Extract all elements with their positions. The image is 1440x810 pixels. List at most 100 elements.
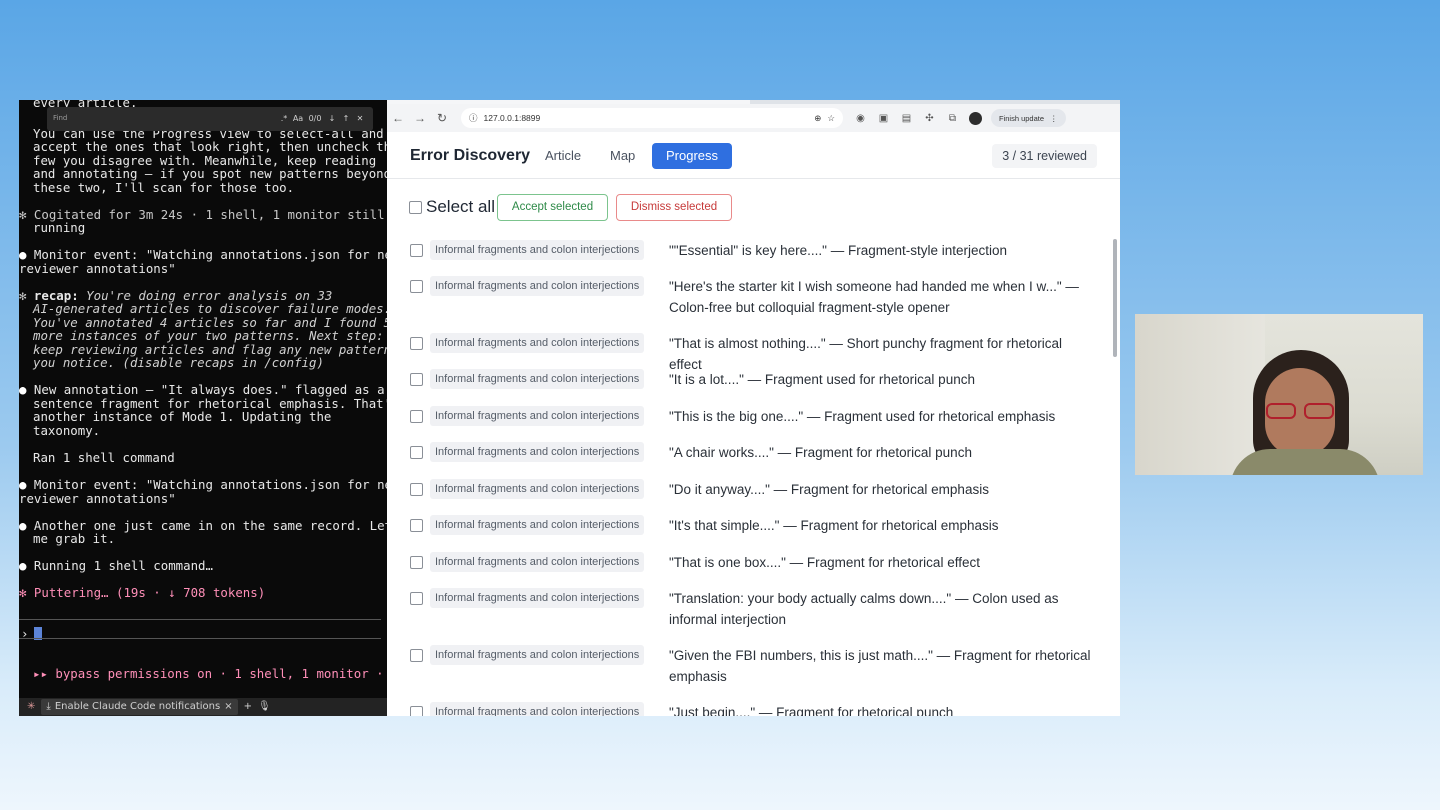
bullet-icon: ● [19, 477, 34, 492]
add-tab-button[interactable]: + [244, 700, 252, 714]
extension-icon[interactable]: ◉ [849, 113, 872, 124]
row-checkbox[interactable] [410, 244, 423, 257]
glasses-icon [1266, 403, 1336, 419]
permissions-status[interactable]: ▸▸ bypass permissions on · 1 shell, 1 mo… [33, 667, 384, 681]
terminal-line: you notice. (disable recaps in /config) [33, 355, 324, 370]
match-case-toggle[interactable]: Aa [291, 112, 305, 126]
terminal-panel[interactable]: every article. You can use the Progress … [19, 100, 387, 716]
accept-selected-button[interactable]: Accept selected [497, 194, 608, 221]
terminal-find-bar[interactable]: Find .* Aa 0/0 ↓ ↑ ✕ [47, 107, 373, 131]
terminal-line: ● Running 1 shell command… [19, 558, 213, 573]
terminal-spinner-line: ✻ Puttering… (19s · ↓ 708 tokens) [19, 585, 266, 600]
bullet-icon: ● [19, 558, 34, 573]
divider [19, 638, 381, 639]
tab-progress[interactable]: Progress [652, 143, 733, 169]
app-header: Error Discovery Article Map Progress 3 /… [387, 132, 1120, 179]
category-tag: Informal fragments and colon interjectio… [430, 479, 645, 499]
regex-toggle[interactable]: .* [277, 112, 291, 126]
item-text: "Given the FBI numbers, this is just mat… [669, 648, 1091, 684]
asterisk-icon: ✻ [19, 585, 34, 600]
url-text[interactable]: 127.0.0.1:8899 [484, 113, 809, 123]
item-text: "That is almost nothing...." — Short pun… [669, 336, 1063, 372]
terminal-line: these two, I'll scan for those too. [33, 180, 295, 195]
address-bar[interactable]: ⓘ 127.0.0.1:8899 ⊕ ☆ [461, 108, 843, 128]
terminal-line: AI-generated articles to discover failur… [33, 301, 387, 316]
zoom-icon[interactable]: ⊕ [814, 113, 821, 124]
terminal-line: and annotating — if you spot new pattern… [33, 166, 387, 181]
category-tag: Informal fragments and colon interjectio… [430, 552, 645, 572]
download-icon: ⤓ [46, 701, 51, 713]
item-text: "That is one box...." — Fragment for rhe… [669, 555, 980, 570]
reload-icon[interactable]: ↻ [431, 111, 453, 125]
terminal-line: more instances of your two patterns. Nex… [33, 328, 384, 343]
tab-map[interactable]: Map [596, 143, 649, 169]
row-checkbox[interactable] [410, 280, 423, 293]
category-tag: Informal fragments and colon interjectio… [430, 515, 645, 535]
tab-article[interactable]: Article [531, 143, 595, 169]
find-input[interactable]: Find [53, 112, 277, 126]
puzzle-icon[interactable]: ✣ [918, 113, 941, 124]
finish-update-button[interactable]: Finish update ⋮ [991, 109, 1066, 127]
category-tag: Informal fragments and colon interjectio… [430, 406, 645, 426]
category-tag: Informal fragments and colon interjectio… [430, 276, 645, 296]
dismiss-selected-button[interactable]: Dismiss selected [616, 194, 732, 221]
row-checkbox[interactable] [410, 519, 423, 532]
webcam-video [1135, 314, 1423, 475]
item-text: "Translation: your body actually calms d… [669, 591, 1059, 627]
browser-window: ← → ↻ ⓘ 127.0.0.1:8899 ⊕ ☆ ◉ ▣ ▤ ✣ ⧉ Fin… [387, 100, 1120, 716]
row-checkbox[interactable] [410, 483, 423, 496]
terminal-line: ● Monitor event: "Watching annotations.j… [19, 247, 387, 262]
item-text: ""Essential" is key here...." — Fragment… [669, 243, 1008, 258]
background-shelf [1135, 314, 1265, 475]
claude-icon: ✳ [27, 701, 36, 713]
terminal-bottom-bar: ✳ ⤓ Enable Claude Code notifications × +… [19, 698, 387, 716]
microphone-icon[interactable]: 🎙 [258, 700, 271, 714]
terminal-line[interactable]: Ran 1 shell command [33, 451, 175, 465]
bullet-icon: ● [19, 382, 34, 397]
row-checkbox[interactable] [410, 446, 423, 459]
close-icon[interactable]: × [224, 700, 232, 714]
arrow-up-icon[interactable]: ↑ [339, 112, 353, 126]
row-checkbox[interactable] [410, 410, 423, 423]
scrollbar[interactable] [1113, 239, 1117, 357]
category-tag: Informal fragments and colon interjectio… [430, 333, 645, 353]
category-tag: Informal fragments and colon interjectio… [430, 442, 645, 462]
terminal-line: reviewer annotations" [19, 491, 176, 506]
terminal-line: another instance of Mode 1. Updating the [33, 409, 332, 424]
bullet-icon: ● [19, 247, 34, 262]
bookmark-star-icon[interactable]: ☆ [827, 113, 835, 124]
asterisk-icon: ✻ [19, 207, 34, 222]
item-text: "Do it anyway...." — Fragment for rhetor… [669, 482, 989, 497]
extension-icon[interactable]: ▣ [872, 113, 895, 124]
instance-list[interactable]: Informal fragments and colon interjectio… [387, 236, 1120, 716]
profile-avatar[interactable] [969, 111, 982, 125]
item-text: "It's that simple...." — Fragment for rh… [669, 518, 999, 533]
row-checkbox[interactable] [410, 337, 423, 350]
back-icon[interactable]: ← [387, 111, 409, 125]
extension-icon[interactable]: ▤ [895, 113, 918, 124]
more-menu-icon[interactable]: ⋮ [1050, 114, 1058, 123]
select-all-control[interactable]: Select all [409, 194, 495, 220]
item-text: "It is a lot...." — Fragment used for rh… [669, 372, 975, 387]
arrow-down-icon[interactable]: ↓ [325, 112, 339, 126]
terminal-line: running [33, 220, 86, 235]
item-text: "A chair works...." — Fragment for rheto… [669, 445, 972, 460]
row-checkbox[interactable] [410, 556, 423, 569]
row-checkbox[interactable] [410, 649, 423, 662]
select-all-checkbox[interactable] [409, 200, 422, 214]
media-icon[interactable]: ⧉ [941, 113, 964, 124]
page-title: Error Discovery [410, 147, 531, 164]
row-checkbox[interactable] [410, 706, 423, 716]
category-tag: Informal fragments and colon interjectio… [430, 588, 645, 608]
find-count: 0/0 [308, 114, 322, 124]
row-checkbox[interactable] [410, 373, 423, 386]
enable-notifications-button[interactable]: ⤓ Enable Claude Code notifications × [41, 699, 238, 715]
terminal-line: accept the ones that look right, then un… [33, 139, 387, 154]
forward-icon[interactable]: → [409, 111, 431, 125]
site-info-icon[interactable]: ⓘ [469, 112, 478, 124]
bullet-icon: ● [19, 518, 34, 533]
row-checkbox[interactable] [410, 592, 423, 605]
select-all-label[interactable]: Select all [426, 197, 495, 217]
close-icon[interactable]: ✕ [353, 112, 367, 126]
category-tag: Informal fragments and colon interjectio… [430, 702, 645, 716]
